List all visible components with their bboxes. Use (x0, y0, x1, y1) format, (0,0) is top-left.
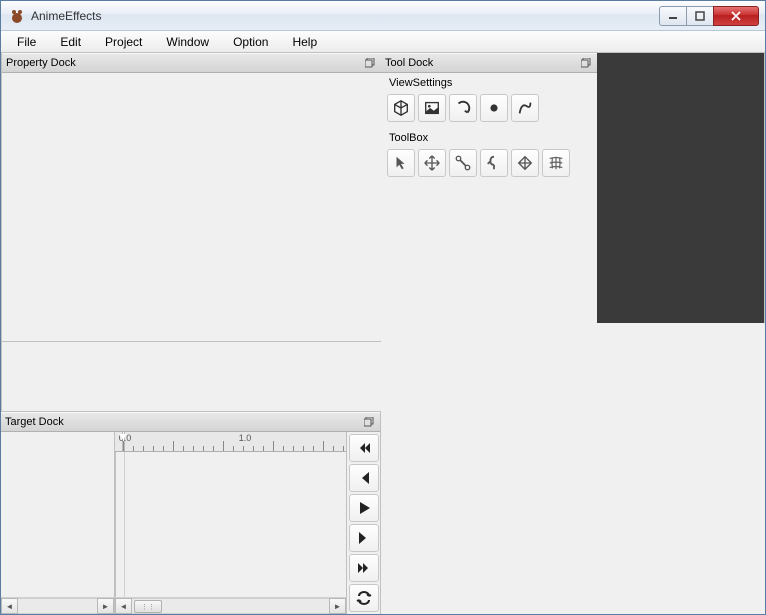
float-icon[interactable] (579, 56, 593, 70)
app-icon (9, 8, 25, 24)
rotate-icon[interactable] (449, 94, 477, 122)
close-button[interactable] (713, 6, 759, 26)
toolbox-row (381, 146, 597, 183)
tool-dock: Tool Dock ViewSettings ToolBox (381, 53, 597, 323)
target-body: ◄ ► 0.0 1.0 ◄ (1, 432, 380, 614)
timeline: 0.0 1.0 ◄ ⋮⋮ ► (115, 432, 346, 614)
property-dock-title: Property Dock (6, 57, 76, 69)
image-icon[interactable] (418, 94, 446, 122)
timeline-body[interactable] (115, 452, 346, 597)
property-body (2, 73, 381, 341)
tree-hscroll[interactable]: ◄ ► (1, 597, 114, 614)
mesh-grid-icon[interactable] (542, 149, 570, 177)
property-dock: Property Dock (1, 53, 381, 411)
playback-controls (346, 432, 380, 614)
toolbox-label: ToolBox (381, 128, 597, 146)
menu-help[interactable]: Help (280, 32, 329, 52)
scroll-track[interactable] (18, 598, 97, 614)
menu-file[interactable]: File (5, 32, 48, 52)
step-forward-icon[interactable] (349, 524, 379, 552)
play-icon[interactable] (349, 494, 379, 522)
float-icon[interactable] (362, 415, 376, 429)
loop-icon[interactable] (349, 584, 379, 612)
goto-end-icon[interactable] (349, 554, 379, 582)
upper-left: Tool Dock ViewSettings ToolBox (381, 53, 765, 323)
scroll-left-icon[interactable]: ◄ (115, 598, 132, 614)
target-dock-title: Target Dock (5, 416, 64, 428)
menu-edit[interactable]: Edit (48, 32, 93, 52)
target-dock-header[interactable]: Target Dock (1, 412, 380, 432)
viewsettings-label: ViewSettings (381, 73, 597, 91)
tree-content[interactable] (1, 432, 114, 597)
window-controls (660, 6, 759, 26)
cube-icon[interactable] (387, 94, 415, 122)
scroll-right-icon[interactable]: ► (97, 598, 114, 614)
timeline-ruler[interactable]: 0.0 1.0 (115, 432, 346, 452)
mesh-sharp-icon[interactable] (511, 149, 539, 177)
float-icon[interactable] (363, 56, 377, 70)
property-dock-header[interactable]: Property Dock (2, 53, 381, 73)
scroll-track[interactable]: ⋮⋮ (132, 598, 329, 614)
pose-icon[interactable] (480, 149, 508, 177)
viewsettings-row (381, 91, 597, 128)
target-tree: ◄ ► (1, 432, 115, 614)
menu-option[interactable]: Option (221, 32, 280, 52)
curve-icon[interactable] (511, 94, 539, 122)
tool-dock-header[interactable]: Tool Dock (381, 53, 597, 73)
scroll-thumb[interactable]: ⋮⋮ (134, 600, 162, 613)
move-icon[interactable] (418, 149, 446, 177)
step-back-icon[interactable] (349, 464, 379, 492)
menu-window[interactable]: Window (154, 32, 221, 52)
bone-icon[interactable] (449, 149, 477, 177)
goto-start-icon[interactable] (349, 434, 379, 462)
canvas-viewport[interactable] (597, 53, 764, 323)
property-bottom-panel (2, 341, 381, 411)
titlebar: AnimeEffects (1, 1, 765, 31)
menubar: File Edit Project Window Option Help (1, 31, 765, 53)
tick-label: 1.0 (239, 433, 252, 443)
scroll-left-icon[interactable]: ◄ (1, 598, 18, 614)
dot-icon[interactable] (480, 94, 508, 122)
minimize-button[interactable] (659, 6, 687, 26)
maximize-button[interactable] (686, 6, 714, 26)
main-window: AnimeEffects File Edit Project Window Op… (0, 0, 766, 615)
tool-dock-title: Tool Dock (385, 57, 433, 69)
scroll-right-icon[interactable]: ► (329, 598, 346, 614)
target-dock: Target Dock ◄ ► 0.0 (1, 411, 381, 614)
window-title: AnimeEffects (31, 9, 101, 23)
cursor-icon[interactable] (387, 149, 415, 177)
timeline-hscroll[interactable]: ◄ ⋮⋮ ► (115, 597, 346, 614)
content-area: Tool Dock ViewSettings ToolBox (1, 53, 765, 614)
menu-project[interactable]: Project (93, 32, 154, 52)
